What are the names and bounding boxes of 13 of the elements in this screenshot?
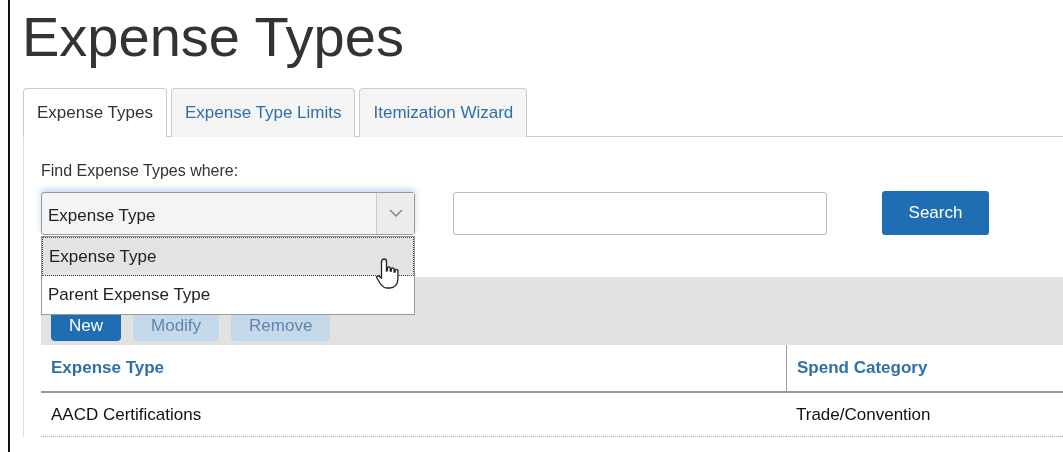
table-cell: Trade/Convention: [786, 392, 1063, 438]
page-title: Expense Types: [21, 4, 405, 68]
chevron-down-icon: [388, 209, 403, 218]
dropdown-option[interactable]: Expense Type: [42, 236, 414, 277]
tab[interactable]: Itemization Wizard: [359, 87, 528, 138]
tab[interactable]: Expense Type Limits: [170, 87, 356, 138]
column-header[interactable]: Expense Type: [41, 345, 786, 393]
search-input-field[interactable]: [453, 191, 827, 235]
search-button[interactable]: Search: [882, 191, 989, 236]
search-label: Find Expense Types where:: [41, 161, 240, 182]
table-cell: AACD Certifications: [41, 392, 786, 438]
tab[interactable]: Expense Types: [23, 87, 167, 138]
column-header[interactable]: Spend Category: [786, 345, 1063, 393]
